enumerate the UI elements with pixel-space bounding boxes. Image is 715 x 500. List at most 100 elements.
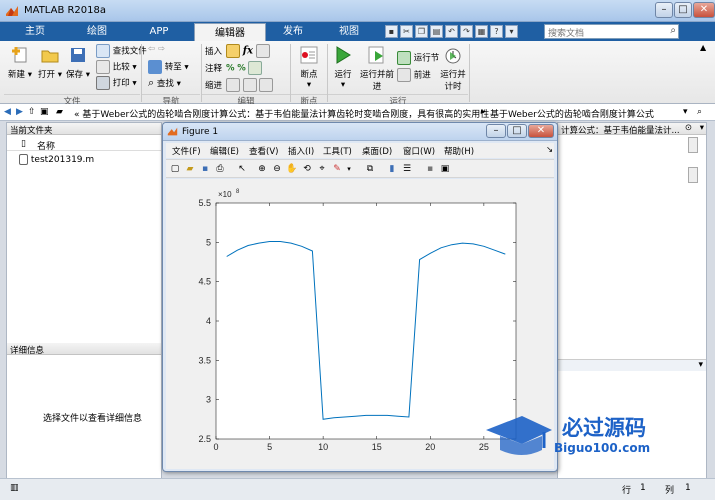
redo-quick-icon[interactable]: ↷ [460,25,473,38]
close-button[interactable]: ✕ [693,2,715,18]
up-folder-icon[interactable]: ⇧ [28,107,36,117]
menu-dock-icon[interactable]: ↘ [546,145,553,155]
breadcrumb-path[interactable]: « 基于Weber公式的齿轮啮合刚度计算公式：基于韦伯能量法计算齿轮时变啮合刚度… [74,107,489,120]
list-item[interactable]: test201319.m [19,154,94,166]
tab-view[interactable]: 视图 [320,22,378,41]
save-quick-icon[interactable]: ▪ [385,25,398,38]
column-name[interactable]: 名称 [37,139,55,152]
hide-plot-tools-icon[interactable]: ▪ [424,163,436,175]
y-tick-label: 5.5 [198,198,211,208]
comment-icons[interactable]: % % [226,61,263,75]
run-section-button[interactable]: 运行节 [397,51,439,65]
paste-quick-icon[interactable]: ▤ [430,25,443,38]
print-figure-icon[interactable]: ⎙ [214,163,226,175]
tab-publish[interactable]: 发布 [268,22,318,41]
address-search-icon[interactable]: ⌕ [697,107,702,117]
current-folder-icon: ▰ [56,107,63,117]
copy-quick-icon[interactable]: ❐ [415,25,428,38]
menu-insert[interactable]: 插入(I) [288,145,314,157]
menu-view[interactable]: 查看(V) [249,145,278,157]
editor-scroll-up[interactable] [688,137,698,153]
indent-icons[interactable] [226,78,274,92]
new-figure-icon[interactable]: ▢ [169,163,181,175]
print-button[interactable]: 打印 ▾ [96,76,137,90]
current-folder-title: 当前文件夹 [10,126,53,136]
editor-scrollbar[interactable] [688,167,698,183]
compare-button[interactable]: 比较 ▾ [96,60,137,74]
figure-minimize-button[interactable]: – [486,124,506,138]
brush-dropdown-icon[interactable]: ▾ [343,163,355,175]
link-plot-icon[interactable]: ⧉ [364,163,376,175]
insert-icons[interactable]: fx [226,44,270,58]
nav-back-forward-buttons[interactable]: ⇦ ⇨ [148,44,165,54]
goto-button[interactable]: 转至 ▾ [148,60,189,74]
menu-help[interactable]: 帮助(H) [444,145,474,157]
figure-title-bar[interactable]: Figure 1 – □ ✕ [163,123,557,141]
minimize-button[interactable]: – [655,2,673,18]
details-title: 详细信息 [10,346,45,356]
figure-close-button[interactable]: ✕ [528,124,554,138]
indent-button[interactable]: 缩进 [205,79,222,91]
save-figure-icon[interactable]: ▪ [199,163,211,175]
show-plot-tools-icon[interactable]: ▣ [439,163,451,175]
maximize-button[interactable]: □ [674,2,692,18]
window-controls: – □ ✕ [654,2,715,18]
zoom-in-icon[interactable]: ⊕ [256,163,268,175]
insert-button[interactable]: 插入 [205,45,222,57]
run-time-label: 运行并计时 [440,70,466,92]
collapse-ribbon-icon[interactable]: ▲ [700,43,706,52]
help-quick-icon[interactable]: ? [490,25,503,38]
zoom-out-icon[interactable]: ⊖ [271,163,283,175]
search-icon[interactable]: ⌕ [670,25,676,36]
brush-icon[interactable]: ✎ [331,163,343,175]
figure-maximize-button[interactable]: □ [507,124,527,138]
options-quick-icon[interactable]: ▾ [505,25,518,38]
editor-tab-title[interactable]: 计算公式：基于韦伯能量法计... [561,126,680,134]
advance-button[interactable]: 前进 [397,68,431,82]
edit-plot-icon[interactable]: ↖ [236,163,248,175]
cut-quick-icon[interactable]: ✂ [400,25,413,38]
command-window-expand-icon[interactable]: ▾ [698,360,703,370]
pan-icon[interactable]: ✋ [286,163,298,175]
tab-home[interactable]: 主页 [6,22,64,41]
open-file-icon[interactable]: ▰ [184,163,196,175]
panel-options-icon[interactable]: ⊙ [685,123,692,133]
run-button[interactable]: 运行 ▾ [331,45,355,90]
breadcrumb-last[interactable]: 基于Weber公式的齿轮啮合刚度计算公式 [490,107,654,120]
x-tick-label: 5 [267,442,272,452]
title-bar: MATLAB R2018a – □ ✕ [0,0,715,22]
menu-desktop[interactable]: 桌面(D) [362,145,392,157]
rotate-3d-icon[interactable]: ⟲ [301,163,313,175]
tab-plots[interactable]: 绘图 [66,22,128,41]
save-button[interactable]: 保存 ▾ [64,45,92,80]
back-arrow-icon[interactable]: ◀ [4,107,11,117]
comment-button[interactable]: 注释 [205,62,222,74]
breakpoints-button[interactable]: 断点 ▾ [294,45,324,90]
find-button[interactable]: ⌕ 查找 ▾ [148,76,181,90]
menu-tools[interactable]: 工具(T) [323,145,352,157]
run-and-time-button[interactable]: 运行并计时 [439,45,467,92]
menu-window[interactable]: 窗口(W) [403,145,435,157]
watermark: 必过源码 Biguo100.com [484,408,684,463]
browse-folder-icon[interactable]: ▣ [40,107,49,117]
tab-apps[interactable]: APP [130,22,188,41]
search-documentation-input[interactable]: 搜索文档 ⌕ [544,24,679,39]
run-and-advance-button[interactable]: 运行并前进 [360,45,394,92]
insert-legend-icon[interactable]: ☰ [401,163,413,175]
forward-arrow-icon[interactable]: ▶ [16,107,23,117]
menu-edit[interactable]: 编辑(E) [210,145,239,157]
panel-expand-icon[interactable]: ▾ [700,123,704,133]
address-dropdown-icon[interactable]: ▾ [683,107,688,117]
menu-file[interactable]: 文件(F) [172,145,201,157]
new-button[interactable]: 新建 ▾ [6,45,34,80]
find-files-button[interactable]: 查找文件 [96,44,147,58]
x-tick-label: 0 [213,442,218,452]
insert-colorbar-icon[interactable]: ▮ [386,163,398,175]
switch-windows-icon[interactable]: ▦ [475,25,488,38]
data-cursor-icon[interactable]: ⌖ [316,163,328,175]
tab-editor[interactable]: 编辑器 [194,23,266,41]
undo-quick-icon[interactable]: ↶ [445,25,458,38]
print-label: 打印 [112,78,130,89]
advance-label: 前进 [413,70,431,81]
open-button[interactable]: 打开 ▾ [36,45,64,80]
